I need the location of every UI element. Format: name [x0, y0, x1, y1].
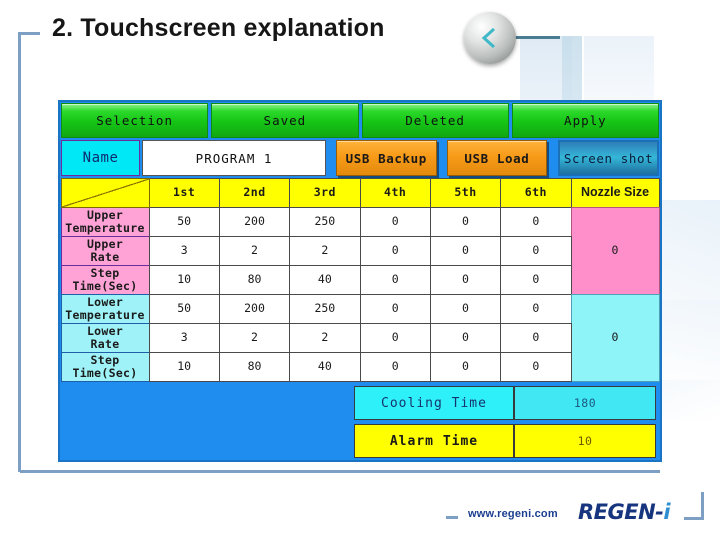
nav-back-connector-line [512, 36, 560, 39]
column-header-6th: 6th [500, 177, 572, 208]
chevron-left-icon [477, 25, 503, 51]
footer-logo-accent: i [663, 500, 671, 524]
cell-lower-rate-4th[interactable]: 0 [359, 322, 431, 353]
cell-upper-step-time-5th[interactable]: 0 [429, 264, 502, 295]
cell-upper-temperature-1st[interactable]: 50 [148, 206, 220, 237]
cell-upper-temperature-2nd[interactable]: 200 [218, 206, 291, 237]
cell-lower-step-time-4th[interactable]: 0 [359, 351, 431, 382]
row-label-lower-temperature: Lower Temperature [60, 293, 150, 324]
column-header-5th: 5th [429, 177, 502, 208]
cell-lower-temperature-3rd[interactable]: 250 [289, 293, 361, 324]
cell-upper-rate-5th[interactable]: 0 [429, 235, 502, 266]
screen-shot-button[interactable]: Screen shot [558, 140, 659, 176]
column-header-2nd: 2nd [218, 177, 291, 208]
cell-nozzle-size-upper[interactable]: 0 [570, 206, 660, 295]
column-header-4th: 4th [359, 177, 431, 208]
tab-apply[interactable]: Apply [511, 103, 659, 138]
frame-bracket-right [684, 492, 704, 520]
cell-upper-step-time-1st[interactable]: 10 [148, 264, 220, 295]
column-header-1st: 1st [148, 177, 220, 208]
cell-lower-temperature-5th[interactable]: 0 [429, 293, 502, 324]
cell-upper-temperature-3rd[interactable]: 250 [289, 206, 361, 237]
cell-upper-temperature-5th[interactable]: 0 [429, 206, 502, 237]
column-header-3rd: 3rd [289, 177, 361, 208]
program-name-field[interactable]: PROGRAM 1 [142, 140, 327, 176]
footer-logo-text: REGEN- [578, 500, 664, 524]
footer-dash [446, 516, 458, 519]
row-label-lower-step-time: Step Time(Sec) [60, 351, 150, 382]
program-table: 1st 2nd 3rd 4th 5th 6th Nozzle Size Uppe… [60, 177, 660, 382]
cell-lower-step-time-1st[interactable]: 10 [148, 351, 220, 382]
cell-nozzle-size-lower[interactable]: 0 [570, 293, 660, 382]
cooling-time-value[interactable]: 180 [514, 386, 656, 420]
cell-lower-rate-2nd[interactable]: 2 [218, 322, 291, 353]
hmi-tab-bar: Selection Saved Deleted Apply [60, 102, 660, 138]
row-label-lower-rate: Lower Rate [60, 322, 150, 353]
cell-lower-rate-5th[interactable]: 0 [429, 322, 502, 353]
program-name-row: Name PROGRAM 1 USB Backup USB Load Scree… [60, 138, 660, 176]
cell-upper-step-time-3rd[interactable]: 40 [289, 264, 361, 295]
decorative-pane-e [654, 200, 720, 380]
alarm-time-label: Alarm Time [354, 424, 514, 458]
timing-table: Cooling Time 180 Alarm Time 10 [354, 386, 656, 462]
table-corner-cell [60, 177, 150, 208]
footer-url[interactable]: www.regeni.com [468, 508, 558, 520]
cell-lower-step-time-5th[interactable]: 0 [429, 351, 502, 382]
cell-upper-step-time-2nd[interactable]: 80 [218, 264, 291, 295]
tab-selection[interactable]: Selection [61, 103, 209, 138]
nav-back-button[interactable] [464, 12, 516, 64]
row-label-upper-rate: Upper Rate [60, 235, 150, 266]
usb-load-button[interactable]: USB Load [446, 140, 548, 176]
cell-upper-rate-2nd[interactable]: 2 [218, 235, 291, 266]
tab-deleted[interactable]: Deleted [361, 103, 509, 138]
cooling-time-label: Cooling Time [354, 386, 514, 420]
cell-upper-rate-6th[interactable]: 0 [500, 235, 572, 266]
cell-upper-rate-4th[interactable]: 0 [359, 235, 431, 266]
tab-saved[interactable]: Saved [211, 103, 359, 138]
column-header-nozzle-size: Nozzle Size [570, 177, 660, 208]
cell-lower-step-time-6th[interactable]: 0 [500, 351, 572, 382]
cell-lower-temperature-2nd[interactable]: 200 [218, 293, 291, 324]
cell-lower-step-time-2nd[interactable]: 80 [218, 351, 291, 382]
cell-lower-temperature-1st[interactable]: 50 [148, 293, 220, 324]
frame-bottom-rule [20, 470, 660, 473]
cell-upper-rate-3rd[interactable]: 2 [289, 235, 361, 266]
cell-upper-rate-1st[interactable]: 3 [148, 235, 220, 266]
cell-lower-temperature-6th[interactable]: 0 [500, 293, 572, 324]
alarm-time-value[interactable]: 10 [514, 424, 656, 458]
cell-lower-rate-3rd[interactable]: 2 [289, 322, 361, 353]
cell-upper-step-time-4th[interactable]: 0 [359, 264, 431, 295]
footer-logo: REGEN-i [578, 500, 671, 524]
cell-upper-temperature-6th[interactable]: 0 [500, 206, 572, 237]
frame-bracket-left [18, 32, 40, 472]
cooling-time-row: Cooling Time 180 [354, 386, 656, 420]
cell-lower-temperature-4th[interactable]: 0 [359, 293, 431, 324]
alarm-time-row: Alarm Time 10 [354, 424, 656, 458]
hmi-bottom-area: Cooling Time 180 Alarm Time 10 [61, 380, 659, 458]
cell-lower-rate-1st[interactable]: 3 [148, 322, 220, 353]
row-label-upper-step-time: Step Time(Sec) [60, 264, 150, 295]
cell-lower-step-time-3rd[interactable]: 40 [289, 351, 361, 382]
cell-upper-temperature-4th[interactable]: 0 [359, 206, 431, 237]
hmi-panel: Selection Saved Deleted Apply Name PROGR… [58, 100, 662, 462]
cell-lower-rate-6th[interactable]: 0 [500, 322, 572, 353]
cell-upper-step-time-6th[interactable]: 0 [500, 264, 572, 295]
usb-backup-button[interactable]: USB Backup [336, 140, 437, 176]
program-name-label: Name [61, 140, 141, 176]
row-label-upper-temperature: Upper Temperature [60, 206, 150, 237]
page-title: 2. Touchscreen explanation [52, 14, 385, 42]
